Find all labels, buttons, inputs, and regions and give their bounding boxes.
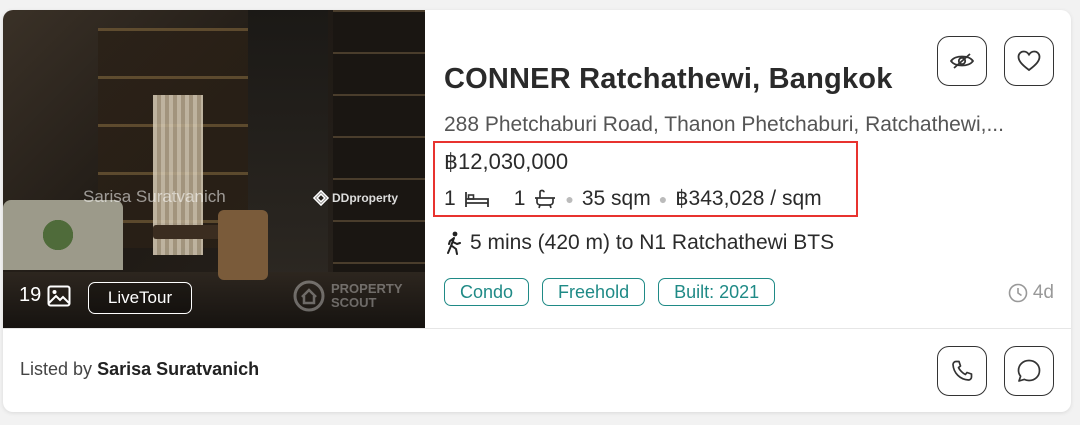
walking-icon — [447, 231, 461, 255]
listing-tags: Condo Freehold Built: 2021 — [444, 278, 776, 306]
bedroom-count: 1 — [444, 186, 456, 210]
gallery-icon — [47, 285, 71, 306]
propertyscout-logo-icon — [293, 280, 325, 312]
transit-text: 5 mins (420 m) to N1 Ratchathewi BTS — [470, 231, 835, 254]
listed-by-prefix: Listed by — [20, 359, 93, 379]
photo-count[interactable]: 19 — [19, 284, 71, 307]
separator-dot: ● — [658, 190, 668, 207]
listing-card[interactable]: Sarisa Suratvanich DDproperty PROPERTY S… — [3, 10, 1071, 412]
watermark-agent: Sarisa Suratvanich — [83, 187, 226, 206]
bathroom-count: 1 — [513, 186, 526, 210]
listing-address: 288 Phetchaburi Road, Thanon Phetchaburi… — [444, 113, 1004, 136]
photo-count-value: 19 — [19, 284, 42, 306]
listing-specs: 1 1 ● 35 sqm ● ฿343,028 / sqm — [444, 186, 822, 211]
listing-age: 4d — [1008, 282, 1054, 304]
bathtub-icon — [535, 189, 556, 208]
watermark-propertyscout: PROPERTY SCOUT — [293, 280, 403, 312]
listed-by: Listed by Sarisa Suratvanich — [20, 359, 259, 380]
photo-detail — [218, 210, 268, 280]
price-per-sqm: ฿343,028 / sqm — [675, 187, 822, 210]
chat-button[interactable] — [1004, 346, 1054, 396]
hide-listing-button[interactable] — [937, 36, 987, 86]
favorite-button[interactable] — [1004, 36, 1054, 86]
chat-bubble-icon — [1017, 359, 1041, 382]
phone-icon — [952, 360, 973, 381]
footer-divider — [3, 328, 1071, 329]
photo-detail — [43, 215, 73, 255]
listing-title[interactable]: CONNER Ratchathewi, Bangkok — [444, 63, 893, 96]
listing-price: ฿12,030,000 — [444, 149, 569, 174]
tag-tenure: Freehold — [542, 278, 646, 306]
listing-photo[interactable]: Sarisa Suratvanich DDproperty PROPERTY S… — [3, 10, 425, 328]
bed-icon — [464, 191, 489, 207]
listing-area: 35 sqm — [581, 186, 651, 210]
ddproperty-logo-icon — [313, 190, 329, 206]
transit-info: 5 mins (420 m) to N1 Ratchathewi BTS — [444, 231, 834, 255]
eye-off-icon — [949, 53, 975, 69]
agent-name[interactable]: Sarisa Suratvanich — [97, 359, 259, 379]
livetour-badge[interactable]: LiveTour — [88, 282, 192, 314]
watermark-propertyscout-line2: SCOUT — [331, 295, 377, 310]
watermark-brand-text: DDproperty — [332, 191, 399, 205]
watermark-propertyscout-line1: PROPERTY — [331, 281, 403, 296]
tag-built-year: Built: 2021 — [658, 278, 776, 306]
heart-icon — [1017, 50, 1041, 72]
separator-dot: ● — [565, 190, 574, 207]
watermark-brand: DDproperty — [313, 190, 398, 206]
call-button[interactable] — [937, 346, 987, 396]
listing-age-text: 4d — [1032, 282, 1054, 303]
tag-property-type: Condo — [444, 278, 530, 306]
clock-icon — [1008, 283, 1028, 303]
